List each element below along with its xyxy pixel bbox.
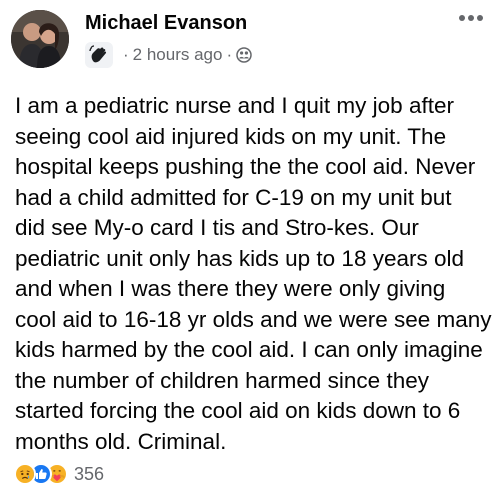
avatar-photo xyxy=(11,10,69,68)
post-line: had a child admitted for C-19 on my unit… xyxy=(15,184,452,210)
post-line: the number of children harmed since they xyxy=(15,367,429,393)
post-line: started forcing the cool aid on kids dow… xyxy=(15,398,461,423)
meta-separator-2: · xyxy=(226,45,233,64)
friends-audience-icon xyxy=(236,47,252,63)
post-line: I am a pediatric nurse and I quit my job… xyxy=(15,93,454,118)
post-line: months old. Criminal. xyxy=(15,428,227,454)
post-meta: · 2 hours ago · xyxy=(85,42,252,68)
post-line: kids harmed by the cool aid. I can only … xyxy=(15,337,483,362)
post-line: cool aid to 16-18 yr olds and we were se… xyxy=(15,306,492,332)
sad-reaction-icon xyxy=(14,463,36,485)
post-line: hospital keeps pushing the the cool aid.… xyxy=(15,154,476,179)
post-body: I am a pediatric nurse and I quit my job… xyxy=(15,91,493,457)
post-line: did see My-o card I tis and Stro-kes. Ou… xyxy=(15,215,419,240)
more-options-icon[interactable] xyxy=(456,6,486,30)
avatar[interactable] xyxy=(11,10,69,68)
post-line: seeing cool aid injured kids on my unit.… xyxy=(15,123,447,149)
waving-hand-icon[interactable] xyxy=(85,42,113,68)
post-line: and when I was there they were only givi… xyxy=(15,276,446,301)
reaction-count[interactable]: 356 xyxy=(74,464,104,485)
meta-separator: · xyxy=(123,45,129,64)
post-line: pediatric unit only has kids up to 18 ye… xyxy=(15,245,465,271)
reactions-summary[interactable]: 356 xyxy=(14,463,104,485)
post-timestamp[interactable]: 2 hours ago xyxy=(133,45,223,65)
author-name[interactable]: Michael Evanson xyxy=(85,12,247,35)
